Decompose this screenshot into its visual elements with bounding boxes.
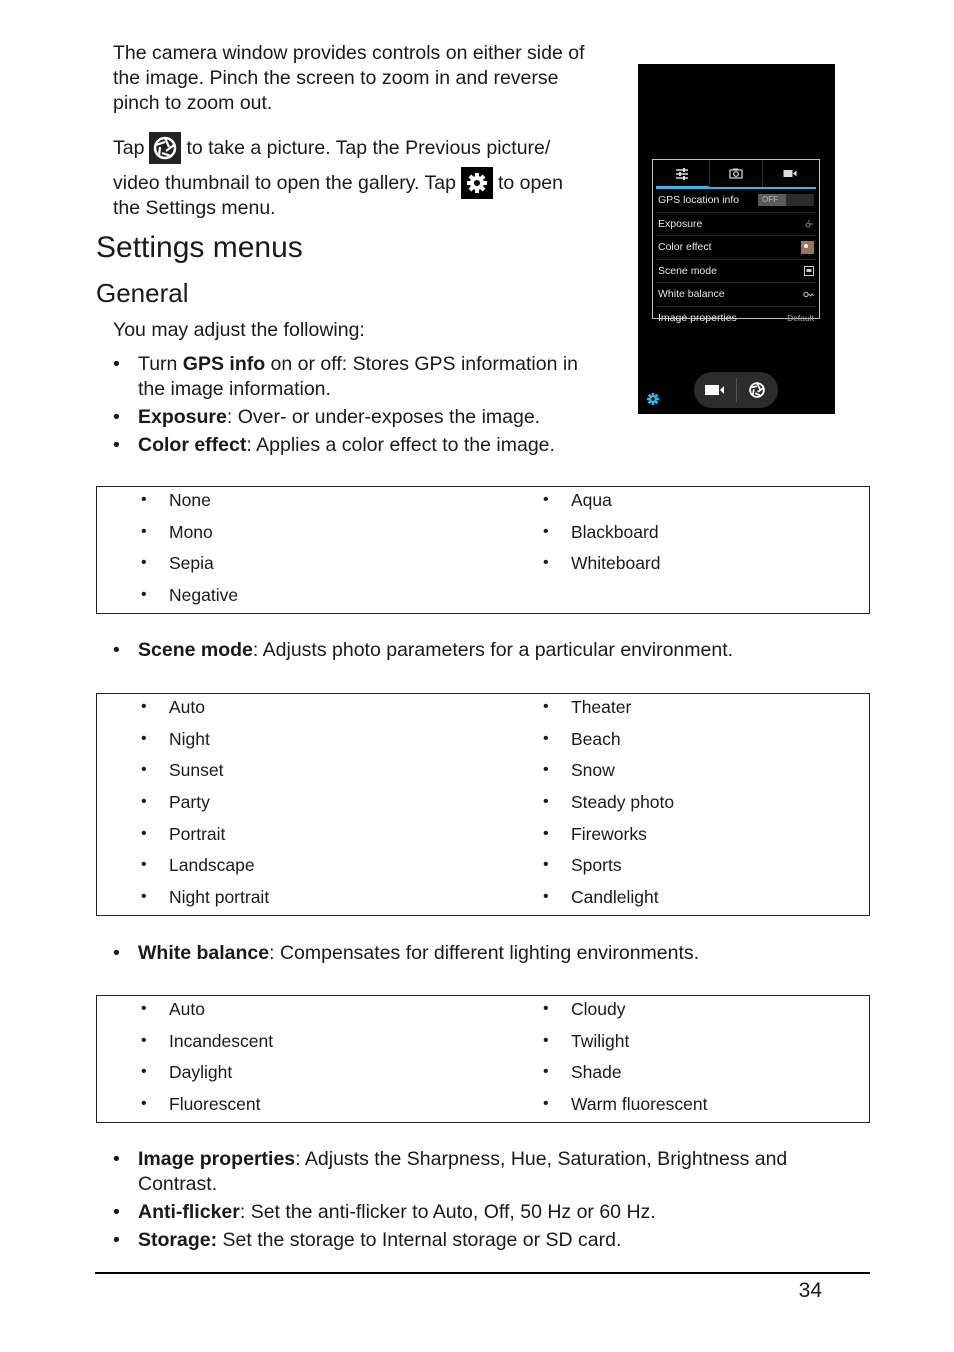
list-item: Cloudy xyxy=(543,997,707,1029)
gear-icon xyxy=(460,167,493,199)
color-effect-icon xyxy=(801,240,814,254)
tab-general-settings[interactable] xyxy=(656,160,709,189)
menu-row-color-effect[interactable]: Color effect xyxy=(656,236,816,260)
section-heading: General xyxy=(96,278,189,308)
list-item: Scene mode: Adjusts photo parameters for… xyxy=(113,638,733,663)
menu-row-gps[interactable]: GPS location info OFF xyxy=(656,189,816,213)
more-settings-list: Image properties: Adjusts the Sharpness,… xyxy=(113,1147,843,1256)
list-item: Night portrait xyxy=(141,885,269,917)
list-item: Negative xyxy=(141,583,238,615)
scene-mode-options-table: Auto Night Sunset Party Portrait Landsca… xyxy=(96,693,870,916)
tap-instruction-line-3: the Settings menu. xyxy=(113,197,276,219)
list-item: Snow xyxy=(543,758,674,790)
list-item: Color effect: Applies a color effect to … xyxy=(113,433,603,458)
list-item: Sunset xyxy=(141,758,269,790)
tap-instruction-line-2: video thumbnail to open the gallery. Tap… xyxy=(113,166,603,200)
list-item: Auto xyxy=(141,695,269,727)
list-item: Image properties: Adjusts the Sharpness,… xyxy=(113,1147,843,1197)
camera-icon xyxy=(729,168,743,179)
list-item: Theater xyxy=(543,695,674,727)
list-item: White balance: Compensates for different… xyxy=(113,941,699,966)
footer-divider xyxy=(95,1272,870,1274)
white-balance-options-table: Auto Incandescent Daylight Fluorescent C… xyxy=(96,995,870,1123)
settings-list: Turn GPS info on or off: Stores GPS info… xyxy=(113,352,603,461)
list-item: Landscape xyxy=(141,853,269,885)
you-may-text: You may adjust the following: xyxy=(113,319,365,341)
list-item: Storage: Set the storage to Internal sto… xyxy=(113,1228,843,1253)
shutter-icon xyxy=(749,382,766,398)
white-balance-icon xyxy=(803,291,814,297)
list-item: Fireworks xyxy=(543,822,674,854)
scene-mode-line: Scene mode: Adjusts photo parameters for… xyxy=(113,638,733,663)
video-camera-icon xyxy=(704,385,724,395)
list-item: Sepia xyxy=(141,551,238,583)
white-balance-line: White balance: Compensates for different… xyxy=(113,941,699,966)
camera-settings-menu: GPS location info OFF Exposure Color eff… xyxy=(652,159,820,324)
list-item: Steady photo xyxy=(543,790,674,822)
list-item: Portrait xyxy=(141,822,269,854)
list-item: Exposure: Over- or under-exposes the ima… xyxy=(113,405,603,430)
list-item: Incandescent xyxy=(141,1029,273,1061)
exposure-icon xyxy=(805,219,813,228)
video-mode-button[interactable] xyxy=(694,372,736,408)
shutter-button[interactable] xyxy=(737,372,779,408)
scene-mode-icon xyxy=(804,265,814,276)
list-item: Twilight xyxy=(543,1029,707,1061)
list-item: Sports xyxy=(543,853,674,885)
camera-settings-screenshot: GPS location info OFF Exposure Color eff… xyxy=(638,64,835,414)
color-effect-options-table: None Mono Sepia Negative Aqua Blackboard… xyxy=(96,486,870,614)
list-item: Daylight xyxy=(141,1060,273,1092)
tap-instruction-line: Tap to take a picture. Tap the Previous … xyxy=(113,130,603,166)
list-item: Shade xyxy=(543,1060,707,1092)
tap-text-after: to take a picture. Tap the Previous pict… xyxy=(186,136,551,159)
shutter-icon xyxy=(149,132,182,164)
list-item: Turn GPS info on or off: Stores GPS info… xyxy=(113,352,603,402)
list-item: Blackboard xyxy=(543,520,661,552)
gear-icon[interactable] xyxy=(646,392,660,406)
video-camera-icon xyxy=(783,170,797,177)
list-item: Auto xyxy=(141,997,273,1029)
list-item: Mono xyxy=(141,520,238,552)
intro-paragraph: The camera window provides controls on e… xyxy=(113,42,585,114)
list-item: Warm fluorescent xyxy=(543,1092,707,1124)
list-item: Whiteboard xyxy=(543,551,661,583)
menu-row-white-balance[interactable]: White balance xyxy=(656,283,816,307)
menu-tabs xyxy=(656,160,816,189)
page-title: Settings menus xyxy=(96,231,303,264)
menu-row-image-properties[interactable]: Image properties Default xyxy=(656,307,816,330)
list-item: Party xyxy=(141,790,269,822)
settings-sliders-icon xyxy=(676,167,689,180)
list-item: Beach xyxy=(543,727,674,759)
tap-text-2: video thumbnail to open the gallery. Tap xyxy=(113,171,456,194)
list-item: Fluorescent xyxy=(141,1092,273,1124)
tab-camera-settings[interactable] xyxy=(708,160,763,187)
tab-video-settings[interactable] xyxy=(762,160,816,187)
list-item: Candlelight xyxy=(543,885,674,917)
tap-text-2-after: to open xyxy=(497,171,563,194)
menu-row-scene-mode[interactable]: Scene mode xyxy=(656,260,816,283)
menu-row-exposure[interactable]: Exposure xyxy=(656,213,816,236)
list-item: Aqua xyxy=(543,488,661,520)
page-number: 34 xyxy=(798,1279,822,1302)
list-item: Anti-flicker: Set the anti-flicker to Au… xyxy=(113,1200,843,1225)
list-item: Night xyxy=(141,727,269,759)
gps-toggle[interactable]: OFF xyxy=(758,194,814,207)
image-properties-value: Default xyxy=(787,312,814,323)
tap-text: Tap xyxy=(113,136,145,159)
list-item: None xyxy=(141,488,238,520)
capture-controls xyxy=(694,372,778,408)
